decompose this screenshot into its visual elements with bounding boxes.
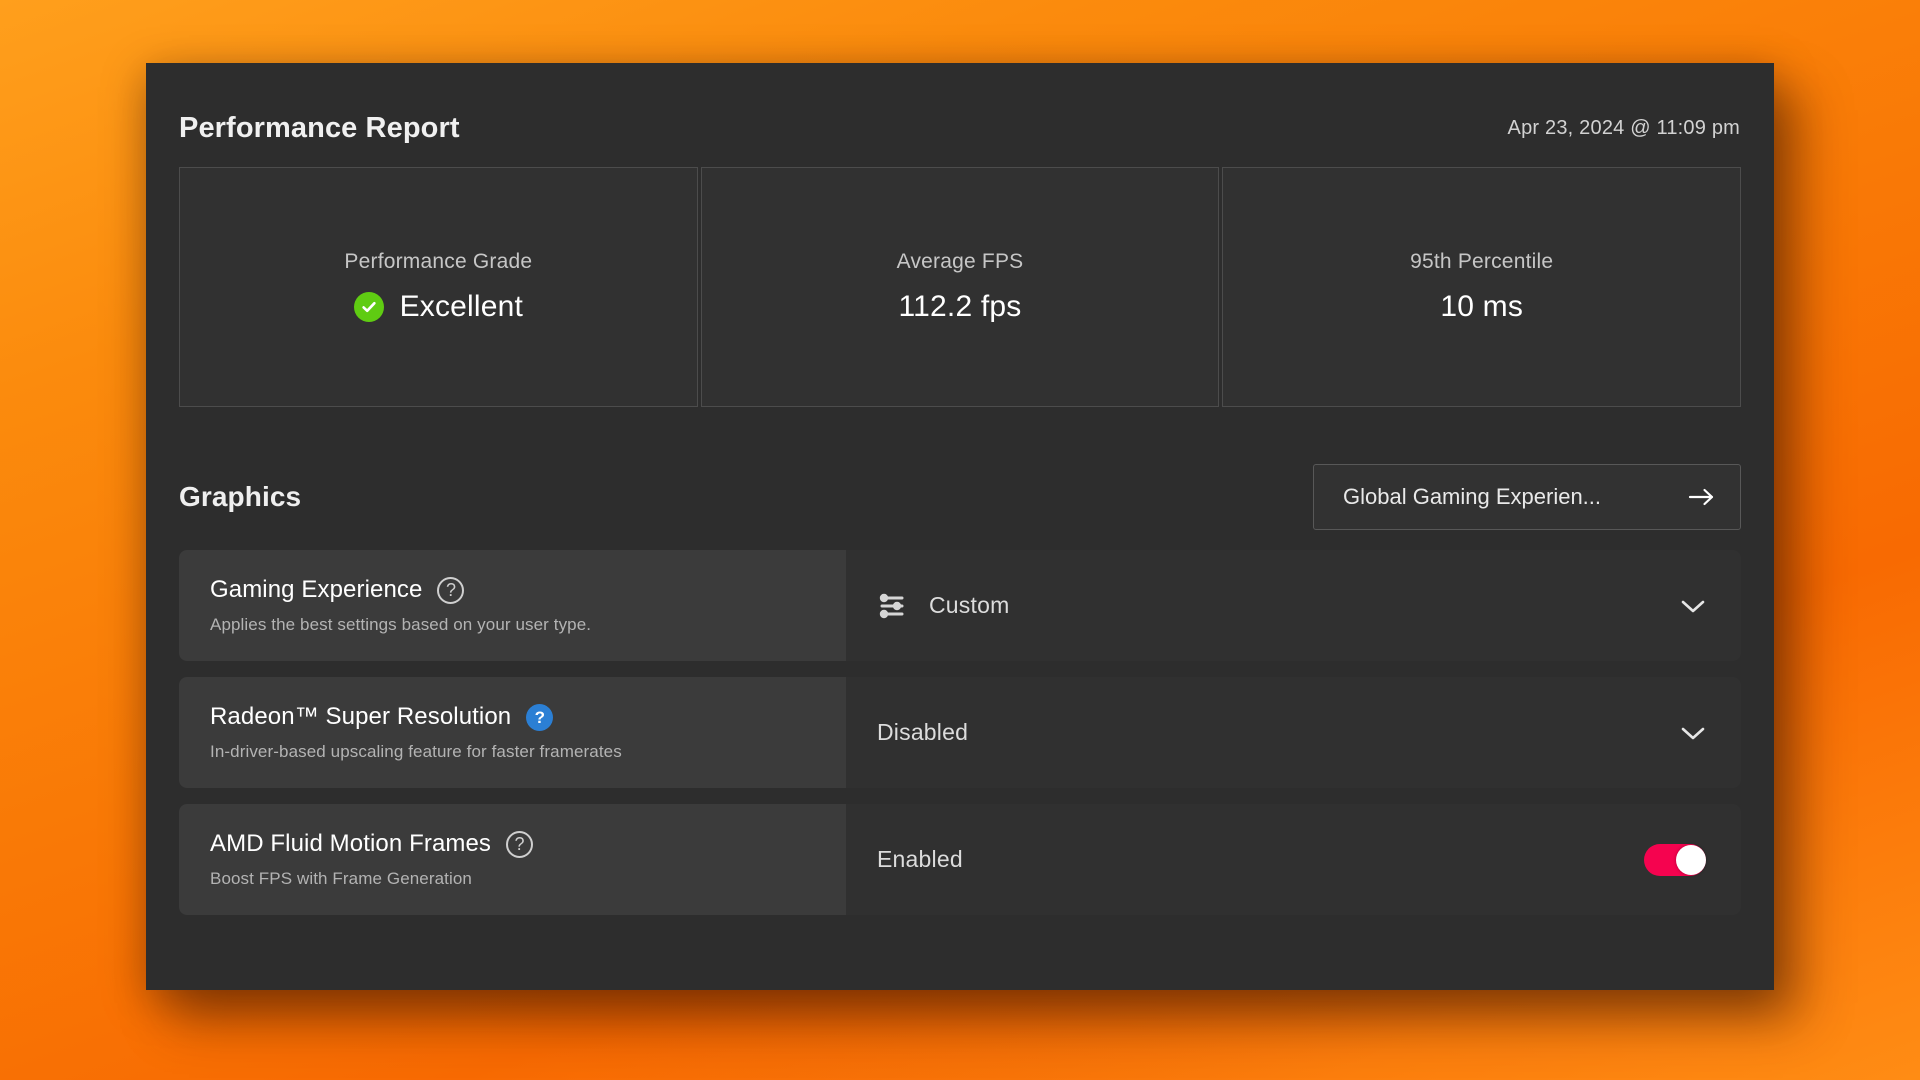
stat-value: 10 ms	[1440, 290, 1524, 323]
setting-row-radeon-super-resolution: Radeon™ Super Resolution ? In-driver-bas…	[179, 677, 1741, 788]
setting-control-block: Enabled	[846, 804, 1741, 915]
report-timestamp: Apr 23, 2024 @ 11:09 pm	[1507, 117, 1740, 139]
stat-card-performance-grade: Performance Grade Excellent	[179, 167, 698, 407]
setting-title-line: Radeon™ Super Resolution ?	[210, 703, 846, 731]
help-circle-outline-icon[interactable]: ?	[437, 576, 465, 604]
setting-label-block: Radeon™ Super Resolution ? In-driver-bas…	[179, 677, 846, 788]
setting-value: Disabled	[877, 719, 969, 745]
stat-value: 112.2 fps	[898, 290, 1022, 323]
setting-value: Custom	[929, 592, 1010, 618]
stat-value-row: 112.2 fps	[899, 290, 1022, 324]
help-circle-outline-icon[interactable]: ?	[506, 830, 534, 858]
section-title-graphics: Graphics	[179, 481, 302, 512]
setting-title: Gaming Experience	[210, 576, 423, 603]
setting-title-line: Gaming Experience ?	[210, 576, 846, 604]
chevron-down-icon[interactable]	[1680, 598, 1706, 614]
graphics-settings-list: Gaming Experience ? Applies the best set…	[179, 550, 1741, 915]
stat-value-row: 10 ms	[1440, 290, 1523, 324]
stat-label: Average FPS	[896, 250, 1024, 273]
check-circle-icon	[353, 292, 384, 322]
setting-control-block[interactable]: Disabled	[846, 677, 1741, 788]
arrow-right-icon	[1688, 487, 1716, 507]
panel-header: Performance Report Apr 23, 2024 @ 11:09 …	[146, 63, 1774, 167]
performance-report-panel: Performance Report Apr 23, 2024 @ 11:09 …	[146, 63, 1774, 990]
stats-row: Performance Grade Excellent Average FPS …	[179, 167, 1742, 407]
stat-value: Excellent	[399, 290, 524, 323]
setting-title: AMD Fluid Motion Frames	[210, 830, 492, 857]
setting-control-block[interactable]: Custom	[846, 550, 1741, 661]
stat-label: Performance Grade	[344, 250, 533, 273]
setting-label-block: AMD Fluid Motion Frames ? Boost FPS with…	[179, 804, 846, 915]
setting-value: Enabled	[877, 846, 963, 872]
toggle-knob	[1676, 844, 1706, 875]
stat-value-row: Excellent	[353, 290, 524, 324]
page-title: Performance Report	[179, 112, 460, 144]
stat-card-95th-percentile: 95th Percentile 10 ms	[1222, 167, 1742, 407]
setting-description: Applies the best settings based on your …	[210, 615, 592, 634]
graphics-section-header: Graphics Global Gaming Experien...	[179, 463, 1741, 531]
setting-description: In-driver-based upscaling feature for fa…	[210, 742, 622, 761]
chevron-down-icon[interactable]	[1680, 725, 1706, 741]
stat-label: 95th Percentile	[1410, 250, 1554, 273]
setting-label-block: Gaming Experience ? Applies the best set…	[179, 550, 846, 661]
stat-card-average-fps: Average FPS 112.2 fps	[700, 167, 1220, 407]
fluid-motion-frames-toggle[interactable]	[1644, 843, 1706, 876]
setting-title: Radeon™ Super Resolution	[210, 703, 512, 730]
setting-description: Boost FPS with Frame Generation	[210, 869, 472, 888]
global-gaming-experience-button[interactable]: Global Gaming Experien...	[1313, 464, 1741, 530]
setting-row-gaming-experience: Gaming Experience ? Applies the best set…	[179, 550, 1741, 661]
help-circle-filled-icon[interactable]: ?	[526, 703, 554, 731]
global-gaming-experience-label: Global Gaming Experien...	[1343, 484, 1602, 509]
sliders-icon	[877, 592, 907, 620]
setting-row-amd-fluid-motion-frames: AMD Fluid Motion Frames ? Boost FPS with…	[179, 804, 1741, 915]
setting-title-line: AMD Fluid Motion Frames ?	[210, 830, 846, 858]
